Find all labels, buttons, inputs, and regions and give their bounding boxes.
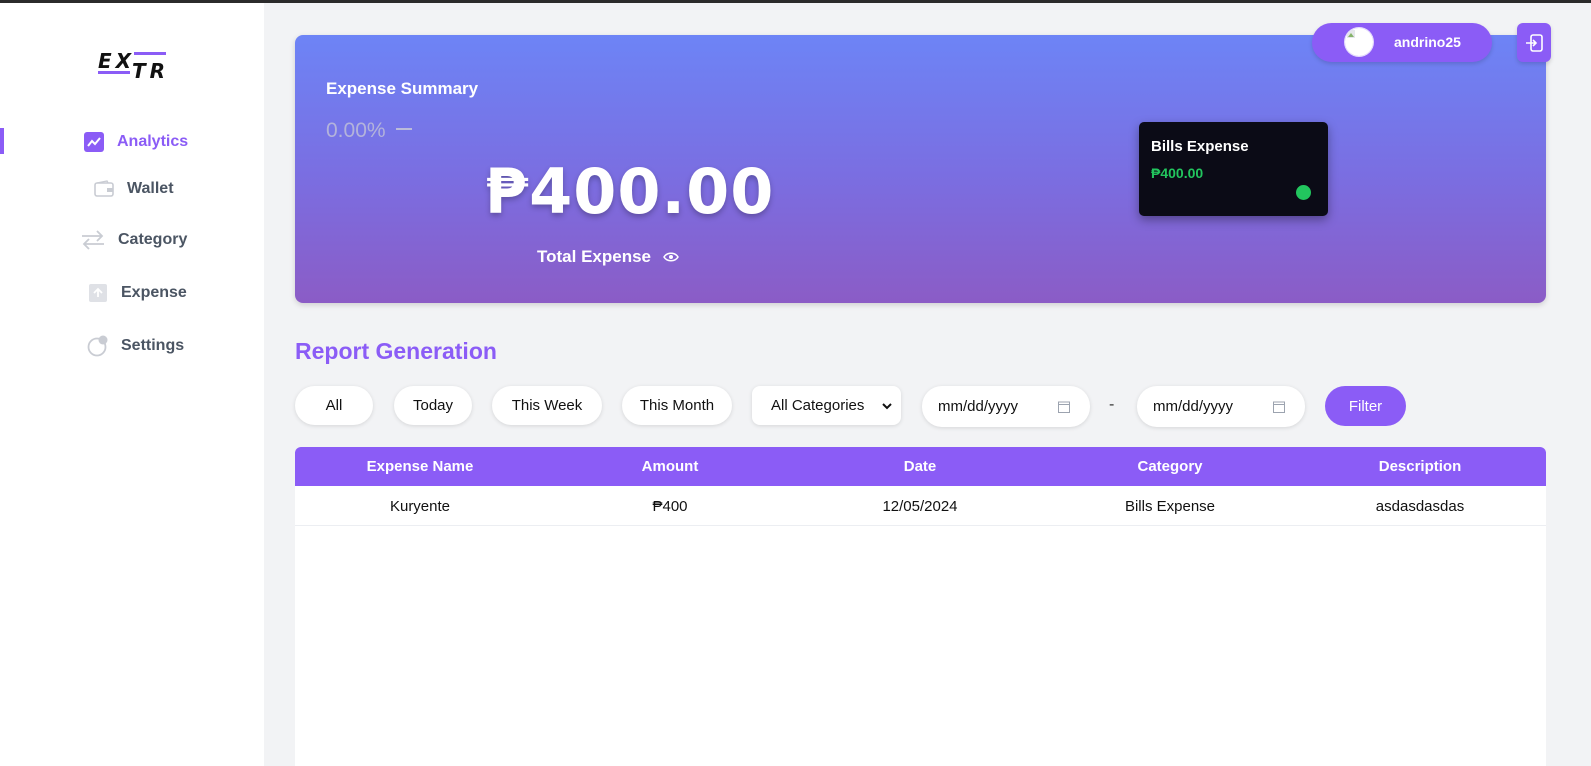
cell-category: Bills Expense <box>1124 498 1216 515</box>
column-header-category[interactable]: Category <box>1045 458 1295 475</box>
table-header: Expense Name Amount Date Category Descri… <box>295 447 1546 486</box>
username: andrino25 <box>1394 34 1461 50</box>
sidebar-item-label: Wallet <box>127 180 174 197</box>
column-header-description[interactable]: Description <box>1295 458 1545 475</box>
column-header-date[interactable]: Date <box>795 458 1045 475</box>
wallet-icon <box>93 178 115 200</box>
summary-percent-change: 0.00% <box>326 119 412 143</box>
dash-icon <box>395 128 412 130</box>
sidebar-item-expense[interactable]: Expense <box>87 282 187 304</box>
category-card-title: Bills Expense <box>1151 138 1249 155</box>
date-from-placeholder: mm/dd/yyyy <box>938 398 1019 415</box>
cell-amount: ₱400 <box>652 498 688 515</box>
calendar-icon[interactable] <box>1058 400 1070 417</box>
upload-icon <box>87 282 109 304</box>
logout-button[interactable] <box>1517 23 1551 62</box>
category-select-value: All Categories <box>771 397 865 414</box>
date-range-separator: - <box>1109 396 1115 413</box>
eye-icon[interactable] <box>663 251 679 263</box>
app-logo[interactable]: EX TR <box>96 47 170 83</box>
logo-text-bottom: TR <box>132 59 170 83</box>
logo-text-top: EX <box>98 49 136 73</box>
chevron-down-icon <box>881 399 893 416</box>
settings-icon <box>87 335 109 357</box>
sidebar-item-label: Settings <box>121 337 185 354</box>
active-nav-indicator <box>0 128 4 154</box>
sidebar-item-settings[interactable]: Settings <box>87 335 184 357</box>
cell-description: asdasdasdas <box>1375 498 1465 515</box>
category-select[interactable]: All Categories <box>752 386 901 425</box>
filter-submit-button[interactable]: Filter <box>1325 386 1406 426</box>
total-expense-label: Total Expense <box>537 247 651 266</box>
sidebar-item-label: Category <box>118 231 188 248</box>
filter-this-month-button[interactable]: This Month <box>622 386 732 425</box>
column-header-amount[interactable]: Amount <box>545 458 795 475</box>
percent-value: 0.00% <box>326 119 386 142</box>
chart-line-icon <box>83 131 105 153</box>
category-card-amount: ₱400.00 <box>1151 165 1204 181</box>
sidebar-item-category[interactable]: Category <box>80 229 187 251</box>
expense-table: Expense Name Amount Date Category Descri… <box>295 447 1546 766</box>
sidebar-item-analytics[interactable]: Analytics <box>83 131 188 153</box>
category-status-dot <box>1296 185 1311 200</box>
summary-title: Expense Summary <box>326 79 479 98</box>
expense-summary-card: Expense Summary 0.00% ₱400.00 Total Expe… <box>295 35 1546 303</box>
logout-icon <box>1525 33 1543 52</box>
total-expense-label-row: Total Expense <box>537 247 679 267</box>
sidebar-item-label: Analytics <box>117 133 189 150</box>
logo-underline <box>98 71 130 74</box>
user-profile-pill[interactable]: andrino25 <box>1312 23 1492 62</box>
date-from-field[interactable]: mm/dd/yyyy <box>922 386 1090 427</box>
sidebar-item-wallet[interactable]: Wallet <box>93 178 174 200</box>
filter-this-week-button[interactable]: This Week <box>492 386 602 425</box>
category-expense-card[interactable]: Bills Expense ₱400.00 <box>1139 122 1328 216</box>
filter-today-button[interactable]: Today <box>394 386 472 425</box>
date-to-field[interactable]: mm/dd/yyyy <box>1137 386 1305 427</box>
sidebar: EX TR Analytics Wallet Category Expense … <box>0 3 264 766</box>
table-row[interactable]: Kuryente ₱400 12/05/2024 Bills Expense a… <box>295 486 1546 526</box>
report-section-title: Report Generation <box>295 338 497 364</box>
arrows-swap-icon <box>80 229 106 251</box>
column-header-expense-name[interactable]: Expense Name <box>295 458 545 475</box>
total-expense-amount: ₱400.00 <box>485 155 775 228</box>
avatar <box>1344 27 1374 57</box>
cell-expense-name: Kuryente <box>389 498 451 515</box>
logo-overline <box>134 52 166 55</box>
date-to-placeholder: mm/dd/yyyy <box>1153 398 1234 415</box>
sidebar-item-label: Expense <box>121 284 187 301</box>
calendar-icon[interactable] <box>1273 400 1285 417</box>
cell-date: 12/05/2024 <box>882 498 958 515</box>
filter-all-button[interactable]: All <box>295 386 373 425</box>
